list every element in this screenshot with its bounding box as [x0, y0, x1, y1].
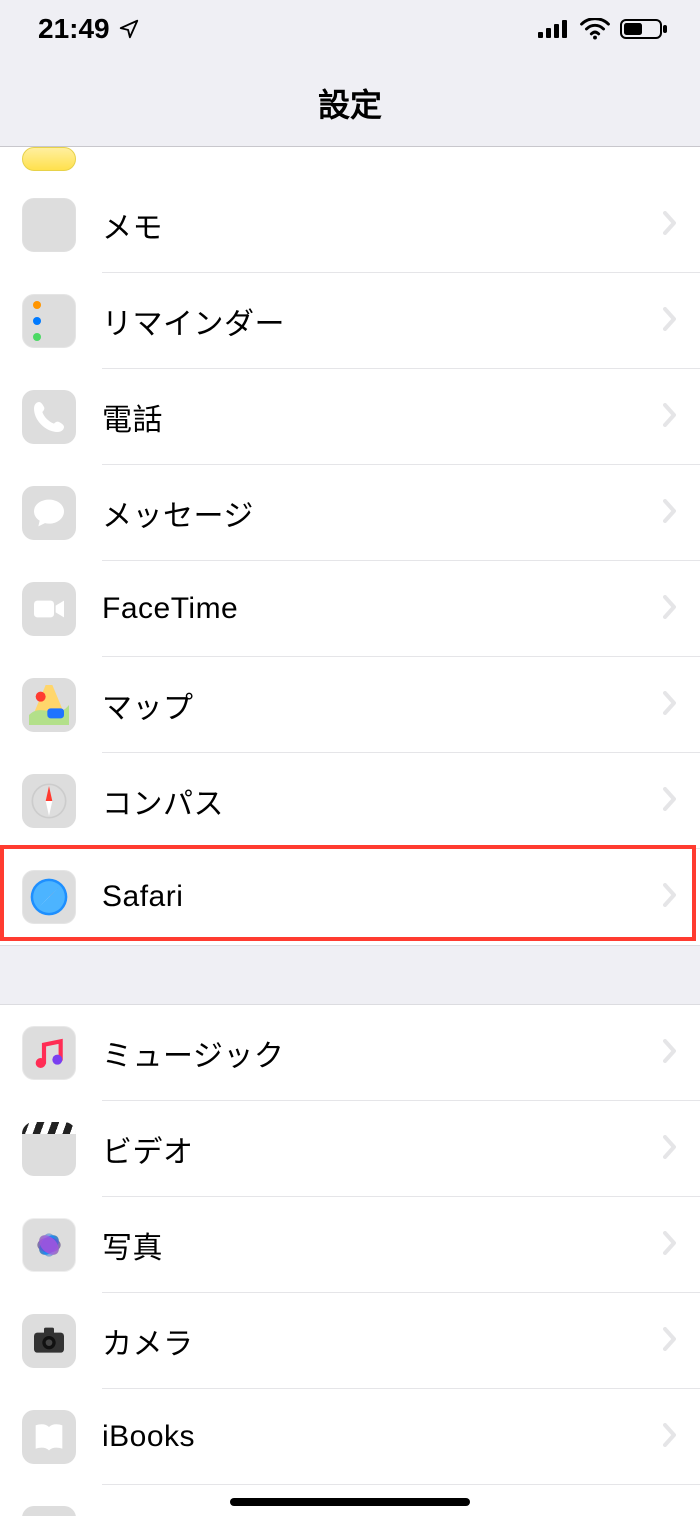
cellular-icon [538, 18, 570, 40]
chevron-right-icon [662, 594, 678, 625]
list-item-safari[interactable]: Safari [0, 849, 700, 945]
phone-icon [22, 390, 76, 444]
safari-icon [22, 870, 76, 924]
list-item-label: FaceTime [102, 592, 652, 626]
chevron-right-icon [662, 882, 678, 913]
list-item-label: コンパス [102, 779, 652, 823]
compass-icon [22, 774, 76, 828]
list-item-music[interactable]: ミュージック [0, 1005, 700, 1101]
status-time: 21:49 [38, 13, 110, 45]
settings-section-0-peek [0, 147, 700, 177]
chevron-right-icon [662, 402, 678, 433]
list-item-compass[interactable]: コンパス [0, 753, 700, 849]
list-item-label: Safari [102, 880, 652, 914]
list-item-label: 写真 [102, 1223, 652, 1267]
settings-section-0: メモ リマインダー 電話 メッセージ [0, 177, 700, 945]
settings-section-1: ミュージック ビデオ [0, 1005, 700, 1516]
video-icon [22, 1122, 76, 1176]
chevron-right-icon [662, 498, 678, 529]
home-indicator [230, 1498, 470, 1506]
chevron-right-icon [662, 1422, 678, 1453]
music-icon [22, 1026, 76, 1080]
chevron-right-icon [662, 210, 678, 241]
chevron-right-icon [662, 1230, 678, 1261]
list-item-messages[interactable]: メッセージ [0, 465, 700, 561]
list-item-phone[interactable]: 電話 [0, 369, 700, 465]
maps-icon [22, 678, 76, 732]
section-gap [0, 945, 700, 1005]
location-icon [118, 18, 140, 40]
notes-icon [22, 198, 76, 252]
list-item-photos[interactable]: 写真 [0, 1197, 700, 1293]
chevron-right-icon [662, 1326, 678, 1357]
status-left: 21:49 [38, 13, 140, 45]
list-item-video[interactable]: ビデオ [0, 1101, 700, 1197]
list-item-label: ミュージック [102, 1031, 652, 1075]
chevron-right-icon [662, 306, 678, 337]
list-item-notes[interactable]: メモ [0, 177, 700, 273]
chevron-right-icon [662, 1134, 678, 1165]
battery-icon [620, 18, 670, 40]
ibooks-icon [22, 1410, 76, 1464]
list-item-camera[interactable]: カメラ [0, 1293, 700, 1389]
list-item-label: メモ [102, 203, 652, 247]
camera-icon [22, 1314, 76, 1368]
wifi-icon [580, 18, 610, 40]
podcast-icon [22, 1506, 76, 1516]
list-item-label: リマインダー [102, 299, 652, 343]
app-icon-peek [22, 147, 76, 171]
list-item-label: iBooks [102, 1420, 652, 1454]
list-item-reminders[interactable]: リマインダー [0, 273, 700, 369]
list-item-label: 電話 [102, 395, 652, 439]
settings-screen: 21:49 設定 メモ [0, 0, 700, 1516]
list-item-label: マップ [102, 683, 652, 727]
photos-icon [22, 1218, 76, 1272]
status-right [538, 18, 670, 40]
list-item-peek[interactable] [0, 147, 700, 177]
list-item-label: ビデオ [102, 1127, 652, 1171]
reminders-icon [22, 294, 76, 348]
list-item-ibooks[interactable]: iBooks [0, 1389, 700, 1485]
list-item-facetime[interactable]: FaceTime [0, 561, 700, 657]
list-item-maps[interactable]: マップ [0, 657, 700, 753]
list-item-label: カメラ [102, 1319, 652, 1363]
chevron-right-icon [662, 786, 678, 817]
chevron-right-icon [662, 1038, 678, 1069]
facetime-icon [22, 582, 76, 636]
messages-icon [22, 486, 76, 540]
status-bar: 21:49 [0, 0, 700, 58]
page-title: 設定 [0, 58, 700, 146]
chevron-right-icon [662, 690, 678, 721]
list-item-label: メッセージ [102, 491, 652, 535]
